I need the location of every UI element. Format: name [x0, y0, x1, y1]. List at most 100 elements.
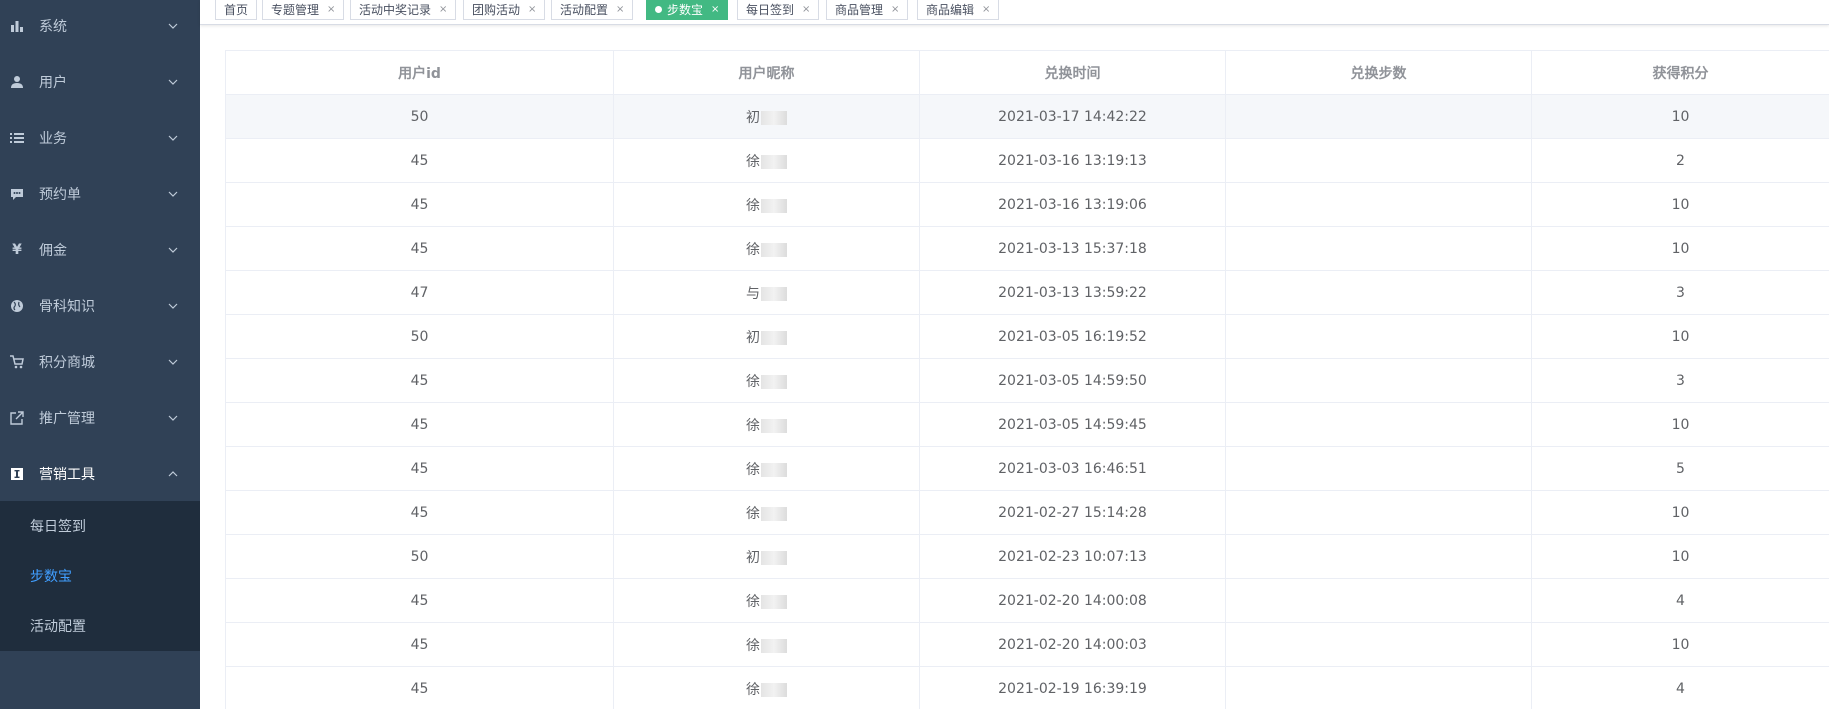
close-icon[interactable]: ×: [802, 4, 810, 15]
cell-user-id: 45: [225, 226, 614, 271]
sidebar-item-promotion[interactable]: 推广管理: [0, 390, 200, 446]
blur-mask-icon: [761, 330, 787, 345]
cell-exchange-steps: [1225, 446, 1532, 491]
sidebar-subitem-daily-checkin[interactable]: 每日签到: [0, 501, 200, 551]
tag-label: 每日签到: [746, 2, 795, 17]
tag-activity-config[interactable]: 活动配置 ×: [551, 0, 634, 20]
cell-user-id: 45: [225, 622, 614, 667]
table-row[interactable]: 45 徐 2021-03-05 14:59:50 3: [225, 358, 1829, 403]
blur-mask-icon: [761, 198, 787, 213]
cell-user-id: 50: [225, 534, 614, 579]
table-row[interactable]: 45 徐 2021-02-20 14:00:03 10: [225, 622, 1829, 667]
sidebar-item-user[interactable]: 用户: [0, 54, 200, 110]
sidebar-item-business[interactable]: 业务: [0, 110, 200, 166]
nickname-visible-char: 初: [746, 109, 760, 126]
tag-product-edit[interactable]: 商品编辑 ×: [917, 0, 1000, 20]
sidebar-item-system[interactable]: 系统: [0, 0, 200, 54]
tag-topic-management[interactable]: 专题管理 ×: [262, 0, 345, 20]
blur-mask-icon: [761, 682, 787, 697]
cell-exchange-steps: [1225, 534, 1532, 579]
cell-points-earned: 3: [1531, 358, 1829, 403]
cell-points-earned: 10: [1531, 402, 1829, 447]
nickname-text: 初: [746, 107, 787, 127]
table-row[interactable]: 45 徐 2021-02-20 14:00:08 4: [225, 578, 1829, 623]
table-header-row: 用户id 用户昵称 兑换时间 兑换步数 获得积分: [225, 50, 1829, 95]
nickname-visible-char: 初: [746, 329, 760, 346]
blur-mask-icon: [761, 550, 787, 565]
sidebar-subitem-activity-config[interactable]: 活动配置: [0, 601, 200, 651]
cell-nickname: 徐: [613, 490, 920, 535]
tag-product-management[interactable]: 商品管理 ×: [826, 0, 909, 20]
tag-step-treasure[interactable]: 步数宝 ×: [646, 0, 729, 20]
cell-exchange-steps: [1225, 402, 1532, 447]
sidebar-item-label: 预约单: [39, 187, 81, 203]
column-header-nickname[interactable]: 用户昵称: [613, 50, 920, 95]
tag-group-buy[interactable]: 团购活动 ×: [463, 0, 546, 20]
table-row[interactable]: 50 初 2021-03-17 14:42:22 10: [225, 94, 1829, 139]
table-row[interactable]: 45 徐 2021-03-03 16:46:51 5: [225, 446, 1829, 491]
cell-user-id: 45: [225, 358, 614, 403]
chevron-down-icon: [166, 411, 180, 425]
list-icon: [9, 130, 25, 146]
sidebar-item-points-mall[interactable]: 积分商城: [0, 334, 200, 390]
globe-icon: [9, 298, 25, 314]
main-content: 首页 专题管理 × 活动中奖记录 × 团购活动 × 活动配置 × 步数宝 × 每…: [200, 0, 1829, 709]
cell-points-earned: 10: [1531, 534, 1829, 579]
close-icon[interactable]: ×: [982, 4, 990, 15]
cell-exchange-time: 2021-03-05 16:19:52: [919, 314, 1226, 359]
close-icon[interactable]: ×: [327, 4, 335, 15]
blur-mask-icon: [761, 286, 787, 301]
tag-home[interactable]: 首页: [215, 0, 258, 20]
column-header-user-id[interactable]: 用户id: [225, 50, 614, 95]
chat-icon: [9, 186, 25, 202]
blur-mask-icon: [761, 638, 787, 653]
tag-label: 商品编辑: [926, 2, 975, 17]
table-row[interactable]: 45 徐 2021-03-16 13:19:13 2: [225, 138, 1829, 183]
cell-points-earned: 4: [1531, 578, 1829, 623]
cell-exchange-steps: [1225, 226, 1532, 271]
sidebar-item-orthopedic-knowledge[interactable]: 骨科知识: [0, 278, 200, 334]
tags-view-bar: 首页 专题管理 × 活动中奖记录 × 团购活动 × 活动配置 × 步数宝 × 每…: [200, 0, 1829, 25]
close-icon[interactable]: ×: [711, 4, 719, 15]
active-dot-icon: [655, 5, 662, 13]
tag-daily-checkin[interactable]: 每日签到 ×: [737, 0, 820, 20]
column-header-exchange-steps[interactable]: 兑换步数: [1225, 50, 1532, 95]
table-row[interactable]: 47 与 2021-03-13 13:59:22 3: [225, 270, 1829, 315]
close-icon[interactable]: ×: [616, 4, 624, 15]
cell-user-id: 45: [225, 446, 614, 491]
table-row[interactable]: 50 初 2021-02-23 10:07:13 10: [225, 534, 1829, 579]
table-row[interactable]: 45 徐 2021-03-05 14:59:45 10: [225, 402, 1829, 447]
nickname-visible-char: 徐: [746, 417, 760, 434]
cell-exchange-steps: [1225, 666, 1532, 709]
table-row[interactable]: 45 徐 2021-02-19 16:39:19 4: [225, 666, 1829, 709]
blur-mask-icon: [761, 594, 787, 609]
nickname-visible-char: 徐: [746, 461, 760, 478]
cell-exchange-steps: [1225, 94, 1532, 139]
cell-points-earned: 10: [1531, 622, 1829, 667]
column-header-points-earned[interactable]: 获得积分: [1531, 50, 1829, 95]
sidebar-item-label: 营销工具: [39, 467, 95, 483]
sidebar-item-commission[interactable]: ¥ 佣金: [0, 222, 200, 278]
column-header-exchange-time[interactable]: 兑换时间: [919, 50, 1226, 95]
tag-label: 首页: [224, 2, 249, 17]
cell-nickname: 徐: [613, 666, 920, 709]
close-icon[interactable]: ×: [439, 4, 447, 15]
sidebar-item-booking[interactable]: 预约单: [0, 166, 200, 222]
close-icon[interactable]: ×: [528, 4, 536, 15]
cell-nickname: 与: [613, 270, 920, 315]
sidebar-item-label: 佣金: [39, 243, 67, 259]
table-row[interactable]: 45 徐 2021-03-16 13:19:06 10: [225, 182, 1829, 227]
sidebar-item-marketing-tools[interactable]: 营销工具: [0, 446, 200, 502]
close-icon[interactable]: ×: [891, 4, 899, 15]
cell-user-id: 45: [225, 490, 614, 535]
tag-lottery-records[interactable]: 活动中奖记录 ×: [350, 0, 457, 20]
table-row[interactable]: 45 徐 2021-03-13 15:37:18 10: [225, 226, 1829, 271]
table-row[interactable]: 50 初 2021-03-05 16:19:52 10: [225, 314, 1829, 359]
cell-exchange-steps: [1225, 578, 1532, 623]
cell-points-earned: 4: [1531, 666, 1829, 709]
sidebar-subitem-step-treasure[interactable]: 步数宝: [0, 551, 200, 601]
table-row[interactable]: 45 徐 2021-02-27 15:14:28 10: [225, 490, 1829, 535]
cell-nickname: 徐: [613, 622, 920, 667]
cell-exchange-time: 2021-03-13 15:37:18: [919, 226, 1226, 271]
cell-nickname: 徐: [613, 578, 920, 623]
